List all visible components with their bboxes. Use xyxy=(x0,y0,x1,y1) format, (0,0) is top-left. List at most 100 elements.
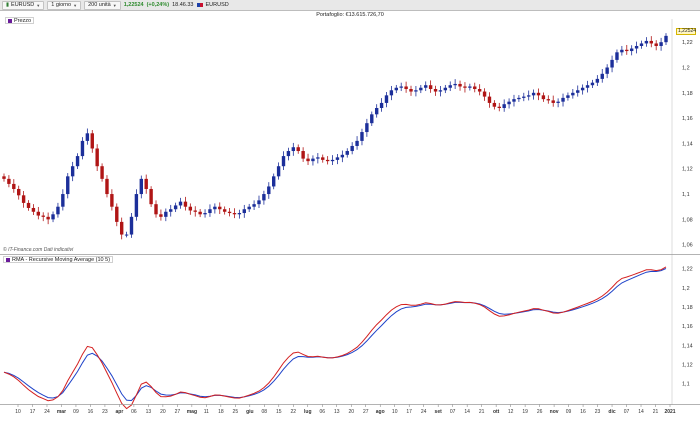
x-tick-label: 27 xyxy=(363,409,369,415)
candle-body xyxy=(26,202,31,208)
candle-body xyxy=(374,107,379,115)
candle-body xyxy=(124,234,129,236)
candle-body xyxy=(468,86,472,88)
x-tick-label: 18 xyxy=(218,409,224,415)
candle-body xyxy=(80,140,85,157)
candle-body xyxy=(551,100,555,103)
candle-body xyxy=(321,157,325,160)
candle-body xyxy=(188,206,193,211)
price-tick-label: 1,06 xyxy=(682,243,693,249)
candle-body xyxy=(95,148,99,167)
candle-body xyxy=(595,78,600,83)
candle-body xyxy=(139,178,144,195)
candle-body xyxy=(262,194,266,201)
candle-body xyxy=(115,206,119,222)
candle-body xyxy=(654,43,658,46)
candle-body xyxy=(507,101,511,105)
candle-body xyxy=(232,213,237,215)
candle-body xyxy=(119,221,124,235)
candle-body xyxy=(649,40,653,44)
rma-legend-label: RMA - Recursive Moving Average (10 5) xyxy=(12,256,111,263)
candle-body xyxy=(66,176,70,195)
candle-body xyxy=(379,102,384,108)
candle-body xyxy=(605,67,609,74)
candle-body xyxy=(325,159,330,162)
candle-body xyxy=(590,82,595,86)
chart-toolbar: ▮ EURUSD ▼ 1 giorno ▼ 200 unità ▼ 1,2252… xyxy=(0,0,700,11)
current-price-tag: 1,22524 xyxy=(676,28,697,35)
candle-body xyxy=(561,97,565,102)
rma-tick-label: 1,14 xyxy=(682,343,693,349)
candle-body xyxy=(566,95,570,98)
candle-body xyxy=(556,101,560,103)
rma-chart[interactable]: 1,22 1,2 1,18 1,16 1,14 1,12 1,1 10 17 24 mar 09 16 2… xyxy=(0,255,700,422)
candle-body xyxy=(399,86,403,88)
price-tick-label: 1,14 xyxy=(682,141,693,147)
candle-body xyxy=(164,211,168,217)
candle-body xyxy=(301,151,305,159)
candle-body xyxy=(316,157,320,159)
price-tick-label: 1,2 xyxy=(682,65,690,71)
x-tick-label: 15 xyxy=(276,409,282,415)
x-tick-label: 17 xyxy=(406,409,412,415)
candle-body xyxy=(257,200,261,205)
x-tick-label: 07 xyxy=(624,409,630,415)
candle-body xyxy=(296,147,300,152)
x-tick-label: 09 xyxy=(73,409,79,415)
candle-body xyxy=(105,178,109,195)
bars-label: 200 unità xyxy=(88,2,111,8)
candle-body xyxy=(291,147,296,152)
candle-body xyxy=(335,157,340,160)
candle-body xyxy=(477,89,482,92)
x-tick-label: 20 xyxy=(160,409,166,415)
x-tick-label: 06 xyxy=(131,409,137,415)
candle-body xyxy=(36,211,41,216)
candle-body xyxy=(414,90,418,92)
timeframe-selector[interactable]: 1 giorno ▼ xyxy=(47,0,82,10)
x-tick-label: 21 xyxy=(653,409,659,415)
candle-body xyxy=(438,90,443,92)
chevron-down-icon: ▼ xyxy=(36,2,41,8)
candle-body xyxy=(286,151,291,157)
x-tick-label: 16 xyxy=(580,409,586,415)
portfolio-value: Portafoglio: €13.615.726,70 xyxy=(316,12,384,18)
candle-body xyxy=(7,178,11,184)
candle-body xyxy=(517,97,521,100)
candle-body xyxy=(482,91,487,97)
candle-body xyxy=(424,85,428,88)
bars-selector[interactable]: 200 unità ▼ xyxy=(84,0,121,10)
candle-body xyxy=(502,104,506,108)
chevron-down-icon: ▼ xyxy=(112,2,117,8)
x-tick-label: 17 xyxy=(30,409,36,415)
rma-tick-label: 1,2 xyxy=(682,286,690,292)
candle-body xyxy=(463,86,467,88)
symbol-selector[interactable]: ▮ EURUSD ▼ xyxy=(2,0,45,10)
candle-body xyxy=(12,183,16,189)
candle-body xyxy=(21,195,26,203)
x-tick-label: mar xyxy=(57,409,66,415)
candle-body xyxy=(512,99,516,102)
x-tick-label: 27 xyxy=(175,409,181,415)
x-tick-label: 10 xyxy=(15,409,21,415)
x-tick-label: 09 xyxy=(566,409,572,415)
candle-body xyxy=(100,166,104,179)
candle-body xyxy=(198,211,202,215)
rma-legend: RMA - Recursive Moving Average (10 5) xyxy=(3,256,114,263)
candle-body xyxy=(203,213,207,215)
price-legend-label: Prezzo xyxy=(14,17,32,24)
x-tick-label: ago xyxy=(376,409,385,415)
candle-body xyxy=(497,106,501,108)
x-tick-label: 26 xyxy=(537,409,543,415)
candle-body xyxy=(443,87,448,91)
candle-body xyxy=(536,92,541,96)
candle-body xyxy=(159,214,163,217)
candle-body xyxy=(173,205,178,210)
x-tick-label: lug xyxy=(304,409,312,415)
x-tick-label: 19 xyxy=(522,409,528,415)
candle-body xyxy=(340,154,345,158)
candle-body xyxy=(433,89,438,92)
price-chart[interactable]: 1,22 1,2 1,18 1,16 1,14 1,12 1,1 1,08 1,06 xyxy=(0,19,700,255)
candle-body xyxy=(350,145,354,152)
candle-body xyxy=(70,166,75,177)
candle-body xyxy=(620,49,624,53)
